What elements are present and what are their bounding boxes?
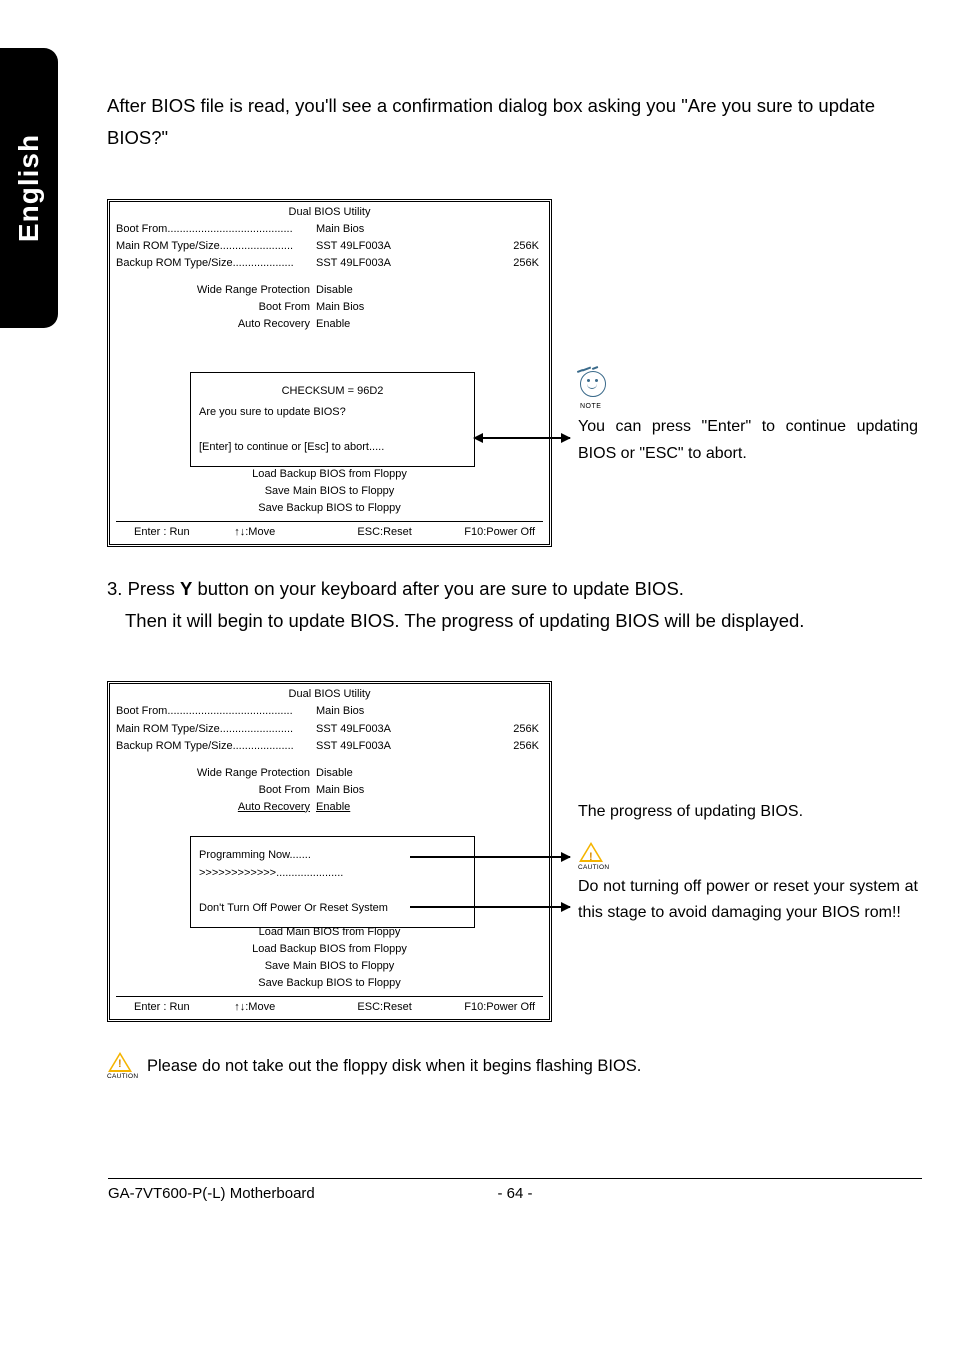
bios-title: Dual BIOS Utility — [116, 206, 543, 218]
arrow-icon — [410, 856, 570, 858]
bottom-caution-text: Please do not take out the floppy disk w… — [147, 1057, 641, 1080]
progress-dialog: Programming Now....... >>>>>>>>>>>>.....… — [190, 836, 475, 927]
bios-utility-panel-2: Dual BIOS Utility Boot From.............… — [107, 681, 552, 1021]
note-label: NOTE — [580, 401, 918, 413]
caution-icon: ! — [578, 842, 604, 864]
note-icon — [578, 367, 612, 401]
bios-hotkeys: Enter : Run ↑↓:Move ESC:Reset F10:Power … — [116, 521, 543, 538]
caution-text: Do not turning off power or reset your s… — [578, 874, 918, 927]
step-3-line-1: 3. Press Y button on your keyboard after… — [107, 573, 924, 605]
step-3-line-2: Then it will begin to update BIOS. The p… — [107, 605, 924, 637]
page-content: After BIOS file is read, you'll see a co… — [107, 0, 924, 1080]
figure-row-2: Dual BIOS Utility Boot From.............… — [107, 659, 924, 1021]
confirm-dialog: CHECKSUM = 96D2 Are you sure to update B… — [190, 372, 475, 467]
bios-info-rows: Boot From...............................… — [116, 221, 543, 272]
note-text: You can press "Enter" to continue updati… — [578, 414, 918, 467]
figure-row-1: Dual BIOS Utility Boot From.............… — [107, 177, 924, 547]
intro-paragraph: After BIOS file is read, you'll see a co… — [107, 90, 924, 155]
caution-icon: ! — [107, 1052, 133, 1074]
language-tab: English — [0, 48, 58, 328]
bios-utility-panel-1: Dual BIOS Utility Boot From.............… — [107, 199, 552, 547]
right-column-1: NOTE You can press "Enter" to continue u… — [578, 177, 918, 467]
arrow-icon — [410, 906, 570, 908]
bios-settings: Wide Range ProtectionDisable Boot FromMa… — [116, 282, 543, 350]
page-footer: GA-7VT600-P(-L) Motherboard - 64 - — [108, 1178, 922, 1202]
progress-note: The progress of updating BIOS. — [578, 799, 918, 825]
footer-page-number: - 64 - — [475, 1185, 555, 1202]
right-column-2: The progress of updating BIOS. ! CAUTION… — [578, 659, 918, 926]
footer-left: GA-7VT600-P(-L) Motherboard — [108, 1185, 475, 1202]
language-label: English — [13, 134, 45, 242]
arrow-icon — [474, 437, 570, 439]
bottom-caution-row: ! CAUTION Please do not take out the flo… — [107, 1052, 924, 1080]
